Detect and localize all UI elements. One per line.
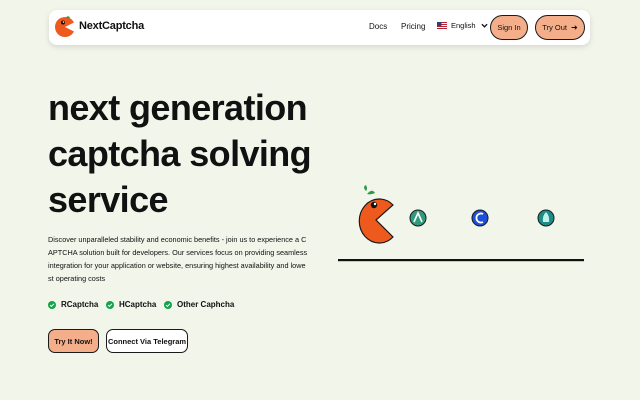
hero-description: Discover unparalleled stability and econ… <box>48 235 308 283</box>
sign-in-button[interactable]: Sign In <box>490 15 528 40</box>
hero-title: next generation captcha solving service <box>48 87 312 220</box>
hcaptcha-icon <box>537 209 555 227</box>
try-out-label: Try Out <box>542 23 568 32</box>
language-label: English <box>451 21 476 30</box>
connect-telegram-button[interactable]: Connect Via Telegram <box>106 329 188 353</box>
try-it-now-label: Try It Now! <box>54 336 93 346</box>
arrow-right-icon: ➜ <box>571 23 578 32</box>
nav-pricing-link[interactable]: Pricing <box>401 22 425 31</box>
sign-in-label: Sign In <box>497 23 521 32</box>
check-icon <box>164 300 172 309</box>
recaptcha-icon <box>409 209 427 227</box>
connect-telegram-label: Connect Via Telegram <box>107 336 187 346</box>
try-it-now-button[interactable]: Try It Now! <box>48 329 99 353</box>
feature-label: RCaptcha <box>61 300 99 309</box>
ground-line <box>338 259 584 262</box>
captcha-c-icon <box>471 209 489 227</box>
pacman-icon <box>358 185 394 244</box>
us-flag-icon <box>437 22 447 29</box>
feature-item: Other Caphcha <box>164 300 234 309</box>
pacman-illustration <box>338 185 584 262</box>
feature-item: HCaptcha <box>106 300 156 309</box>
feature-item: RCaptcha <box>48 300 98 309</box>
nav-docs-link[interactable]: Docs <box>369 22 387 31</box>
feature-label: Other Caphcha <box>177 300 235 309</box>
language-selector[interactable]: English <box>437 21 488 30</box>
logo-icon[interactable] <box>54 16 76 38</box>
check-icon <box>48 300 56 309</box>
check-icon <box>106 300 114 309</box>
chevron-down-icon <box>481 23 488 28</box>
brand-name[interactable]: NextCaptcha <box>79 20 144 32</box>
feature-label: HCaptcha <box>119 300 157 309</box>
try-out-button[interactable]: Try Out ➜ <box>535 15 585 40</box>
navbar: NextCaptcha Docs Pricing English Sign In… <box>49 10 590 45</box>
